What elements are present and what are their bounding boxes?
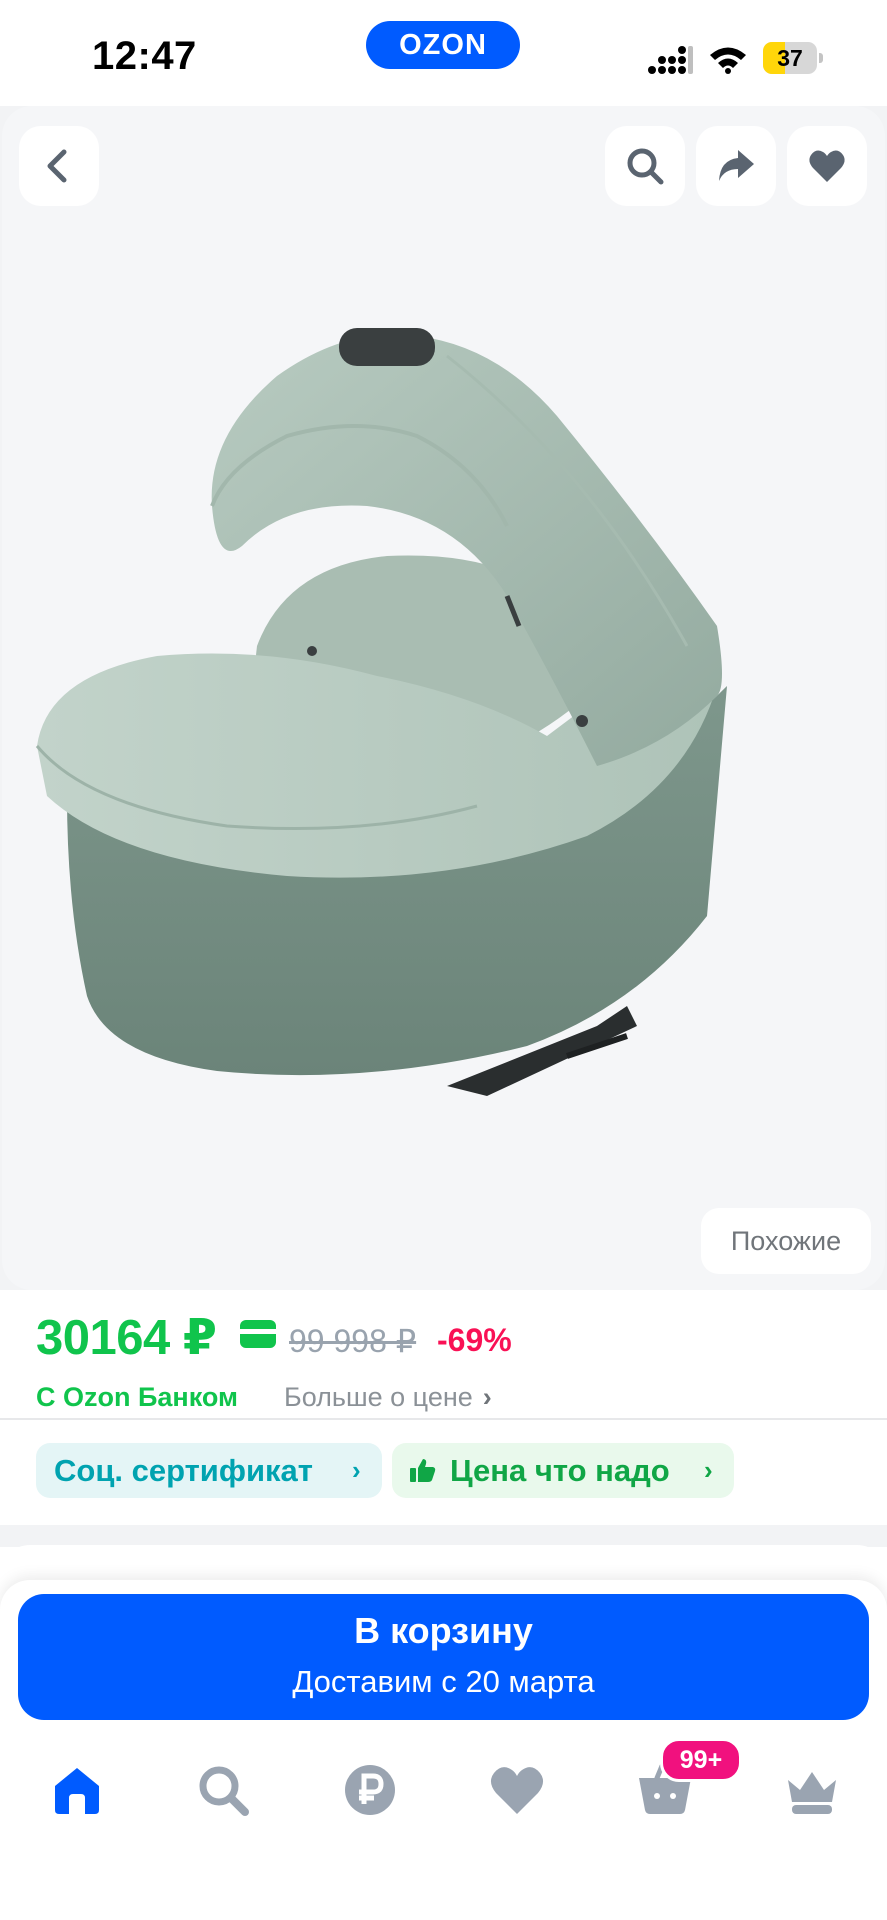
ozon-logo[interactable]: OZON bbox=[366, 21, 520, 69]
bank-card-icon bbox=[240, 1320, 276, 1348]
tab-search[interactable] bbox=[193, 1760, 253, 1820]
product-gallery: Похожие bbox=[0, 106, 887, 1290]
chevron-left-icon bbox=[47, 149, 67, 183]
chevron-right-icon: › bbox=[352, 1455, 361, 1485]
divider bbox=[0, 1418, 887, 1420]
cart-count-badge: 99+ bbox=[660, 1738, 742, 1782]
chevron-right-icon: › bbox=[482, 1382, 492, 1412]
status-time: 12:47 bbox=[92, 34, 197, 78]
similar-products-button[interactable]: Похожие bbox=[701, 1208, 871, 1274]
ozon-bank-label[interactable]: С Ozon Банком bbox=[36, 1382, 238, 1413]
product-image[interactable] bbox=[27, 266, 857, 1206]
tab-home[interactable] bbox=[47, 1760, 107, 1820]
more-about-price-link[interactable]: Больше о цене › bbox=[284, 1382, 492, 1413]
battery-level: 37 bbox=[777, 45, 803, 71]
next-section-card bbox=[0, 1545, 887, 1585]
good-price-label: Цена что надо bbox=[450, 1453, 670, 1488]
gallery-card[interactable]: Похожие bbox=[2, 106, 885, 1290]
search-button[interactable] bbox=[605, 126, 685, 206]
social-certificate-chip[interactable]: Соц. сертификат › bbox=[36, 1443, 382, 1498]
ruble-icon bbox=[345, 1765, 395, 1815]
wifi-icon bbox=[710, 47, 746, 74]
share-button[interactable] bbox=[696, 126, 776, 206]
chevron-right-icon: › bbox=[704, 1455, 713, 1485]
share-icon bbox=[719, 150, 754, 181]
discount-badge: -69% bbox=[437, 1322, 512, 1358]
battery-indicator: 37 bbox=[763, 42, 823, 76]
favorite-button[interactable] bbox=[787, 126, 867, 206]
bottom-panel: В корзину Доставим с 20 марта bbox=[0, 1580, 887, 1920]
social-certificate-label: Соц. сертификат bbox=[54, 1453, 313, 1488]
home-icon bbox=[55, 1768, 99, 1814]
heart-icon bbox=[490, 1767, 544, 1814]
delivery-date-label: Доставим с 20 марта bbox=[292, 1664, 595, 1699]
search-icon bbox=[199, 1766, 249, 1816]
heart-icon bbox=[809, 150, 845, 182]
thumbs-up-icon bbox=[410, 1459, 436, 1482]
current-price: 30164 ₽ bbox=[36, 1311, 217, 1365]
section-gap bbox=[0, 1525, 887, 1547]
status-bar: 12:47 OZON 37 bbox=[0, 0, 887, 106]
good-price-chip[interactable]: Цена что надо › bbox=[392, 1443, 734, 1498]
tab-finance[interactable] bbox=[340, 1760, 400, 1820]
back-button[interactable] bbox=[19, 126, 99, 206]
search-icon bbox=[627, 148, 664, 185]
crown-icon bbox=[788, 1772, 836, 1814]
add-to-cart-button[interactable]: В корзину Доставим с 20 марта bbox=[18, 1594, 869, 1720]
add-to-cart-label: В корзину bbox=[354, 1610, 533, 1651]
tab-favorites[interactable] bbox=[487, 1760, 547, 1820]
old-price: 99 998 ₽ bbox=[289, 1323, 417, 1359]
tab-profile[interactable] bbox=[782, 1760, 842, 1820]
cellular-signal-icon bbox=[648, 46, 693, 74]
more-about-price-label: Больше о цене bbox=[284, 1382, 473, 1412]
